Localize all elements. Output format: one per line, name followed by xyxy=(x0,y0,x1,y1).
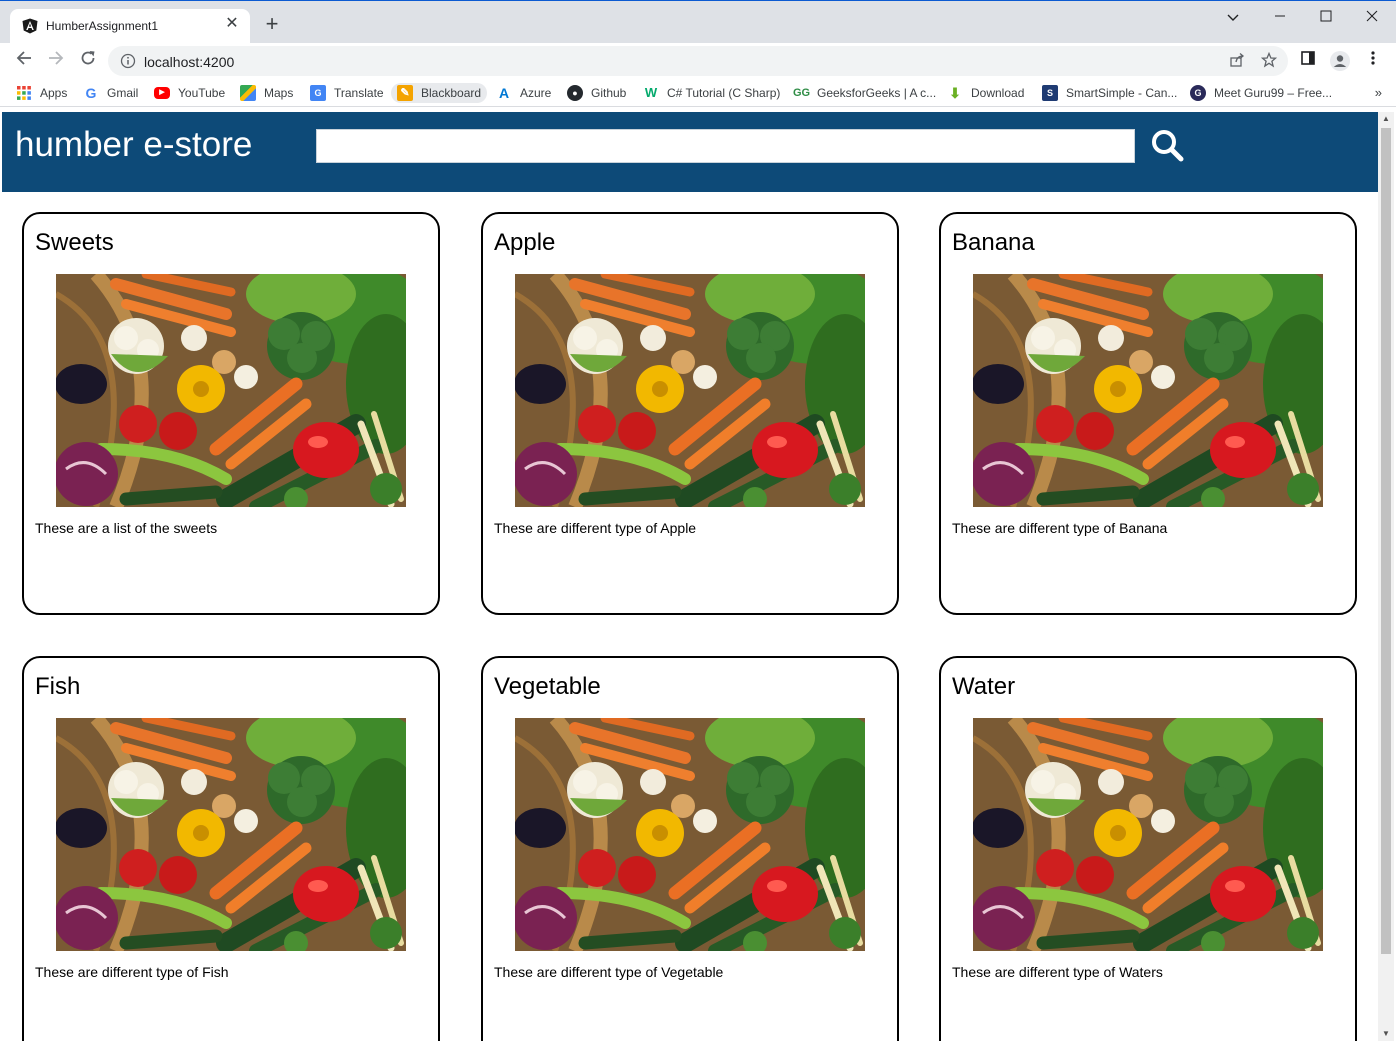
product-title: Apple xyxy=(494,229,556,256)
search-input[interactable] xyxy=(316,129,1135,163)
bookmark-label: Gmail xyxy=(107,86,139,100)
product-description: These are different type of Waters xyxy=(952,964,1163,980)
bookmark-smartsimple[interactable]: S SmartSimple - Can... xyxy=(1042,83,1177,103)
browser-toolbar: localhost:4200 xyxy=(0,43,1396,79)
browser-tab-strip: HumberAssignment1 ✕ + xyxy=(0,0,1396,44)
page-viewport: humber e-store Sweets These are a list o… xyxy=(2,112,1378,1041)
tab-title: HumberAssignment1 xyxy=(46,19,159,33)
product-image xyxy=(56,274,406,507)
bookmark-label: Meet Guru99 – Free... xyxy=(1214,86,1333,100)
product-grid: Sweets These are a list of the sweets Ap… xyxy=(22,212,1358,1041)
product-card[interactable]: Apple These are different type of Apple xyxy=(481,212,899,615)
bookmark-label: Blackboard xyxy=(421,86,482,100)
close-tab-icon[interactable]: ✕ xyxy=(222,14,242,34)
smartsimple-icon: S xyxy=(1042,85,1058,101)
download-icon: ⬇ xyxy=(949,85,961,101)
product-title: Banana xyxy=(952,229,1035,256)
bookmark-label: Apps xyxy=(40,86,68,100)
blackboard-icon: ✎ xyxy=(397,85,413,101)
bookmark-label: Translate xyxy=(334,86,384,100)
bookmarks-bar: Apps G Gmail ▶ YouTube Maps G Translate … xyxy=(0,79,1396,107)
product-image xyxy=(56,718,406,951)
bookmark-label: YouTube xyxy=(178,86,226,100)
product-description: These are different type of Banana xyxy=(952,520,1168,536)
bookmark-label: Azure xyxy=(520,86,552,100)
youtube-icon: ▶ xyxy=(154,87,170,99)
bookmark-azure[interactable]: A Azure xyxy=(496,83,551,103)
scroll-down-icon[interactable]: ▼ xyxy=(1378,1027,1394,1041)
geeksforgeeks-icon: GG xyxy=(793,87,811,99)
product-card[interactable]: Water These are different type of Waters xyxy=(939,656,1357,1041)
maps-icon xyxy=(240,85,256,101)
product-image xyxy=(515,718,865,951)
product-card[interactable]: Vegetable These are different type of Ve… xyxy=(481,656,899,1041)
side-panel-icon[interactable] xyxy=(1297,50,1319,72)
bookmark-label: Maps xyxy=(264,86,294,100)
azure-icon: A xyxy=(498,85,510,101)
product-image xyxy=(973,718,1323,951)
translate-icon: G xyxy=(310,85,326,101)
minimize-icon[interactable] xyxy=(1257,5,1303,29)
product-image xyxy=(973,274,1323,507)
product-description: These are different type of Fish xyxy=(35,964,229,980)
bookmark-blackboard[interactable]: ✎ Blackboard xyxy=(391,83,488,103)
url-text: localhost:4200 xyxy=(144,54,235,70)
search-icon[interactable] xyxy=(1148,126,1188,166)
guru99-icon: G xyxy=(1190,85,1206,101)
forward-icon[interactable] xyxy=(45,50,67,72)
address-bar[interactable]: localhost:4200 xyxy=(108,46,1288,76)
bookmark-guru99[interactable]: G Meet Guru99 – Free... xyxy=(1190,83,1332,103)
back-icon[interactable] xyxy=(13,50,35,72)
bookmark-csharp-tutorial[interactable]: W C# Tutorial (C Sharp) xyxy=(643,83,781,103)
bookmark-github[interactable]: ● Github xyxy=(567,83,626,103)
bookmark-maps[interactable]: Maps xyxy=(240,83,293,103)
browser-menu-icon[interactable] xyxy=(1362,50,1384,72)
product-title: Sweets xyxy=(35,229,114,256)
product-title: Water xyxy=(952,673,1016,700)
bookmark-label: C# Tutorial (C Sharp) xyxy=(667,86,781,100)
profile-avatar-icon[interactable] xyxy=(1329,50,1351,72)
product-description: These are different type of Vegetable xyxy=(494,964,724,980)
store-title: humber e-store xyxy=(15,125,253,164)
product-title: Vegetable xyxy=(494,673,601,700)
new-tab-icon[interactable]: + xyxy=(261,13,283,36)
bookmark-label: SmartSimple - Can... xyxy=(1066,86,1178,100)
page-scrollbar[interactable]: ▲ ▼ xyxy=(1378,112,1394,1041)
scroll-up-icon[interactable]: ▲ xyxy=(1378,112,1394,126)
bookmark-label: Github xyxy=(591,86,627,100)
more-bookmarks-icon[interactable]: » xyxy=(1375,85,1382,100)
maximize-icon[interactable] xyxy=(1303,5,1349,29)
google-icon: G xyxy=(85,85,97,101)
tab-search-chevron-icon[interactable] xyxy=(1210,5,1256,29)
product-card[interactable]: Banana These are different type of Banan… xyxy=(939,212,1357,615)
bookmark-translate[interactable]: G Translate xyxy=(310,83,384,103)
bookmark-star-icon[interactable] xyxy=(1260,51,1278,70)
browser-tab[interactable]: HumberAssignment1 ✕ xyxy=(10,9,250,44)
bookmark-gmail[interactable]: G Gmail xyxy=(83,83,139,103)
product-title: Fish xyxy=(35,673,81,700)
share-icon[interactable] xyxy=(1228,52,1246,70)
scroll-thumb[interactable] xyxy=(1381,128,1391,954)
product-description: These are different type of Apple xyxy=(494,520,697,536)
angular-icon xyxy=(22,18,38,34)
w3schools-icon: W xyxy=(644,85,658,100)
github-icon: ● xyxy=(567,85,583,101)
product-card[interactable]: Sweets These are a list of the sweets xyxy=(22,212,440,615)
apps-grid-icon xyxy=(16,85,32,101)
product-card[interactable]: Fish These are different type of Fish xyxy=(22,656,440,1041)
store-header: humber e-store xyxy=(2,112,1378,192)
bookmark-label: GeeksforGeeks | A c... xyxy=(817,86,937,100)
site-info-icon[interactable] xyxy=(120,53,136,69)
product-description: These are a list of the sweets xyxy=(35,520,218,536)
reload-icon[interactable] xyxy=(77,50,99,72)
bookmark-apps[interactable]: Apps xyxy=(16,83,67,103)
product-image xyxy=(515,274,865,507)
bookmark-label: Download xyxy=(971,86,1025,100)
bookmark-geeksforgeeks[interactable]: GG GeeksforGeeks | A c... xyxy=(793,83,936,103)
window-close-icon[interactable] xyxy=(1349,5,1395,29)
bookmark-download[interactable]: ⬇ Download xyxy=(947,83,1024,103)
bookmark-youtube[interactable]: ▶ YouTube xyxy=(154,83,225,103)
